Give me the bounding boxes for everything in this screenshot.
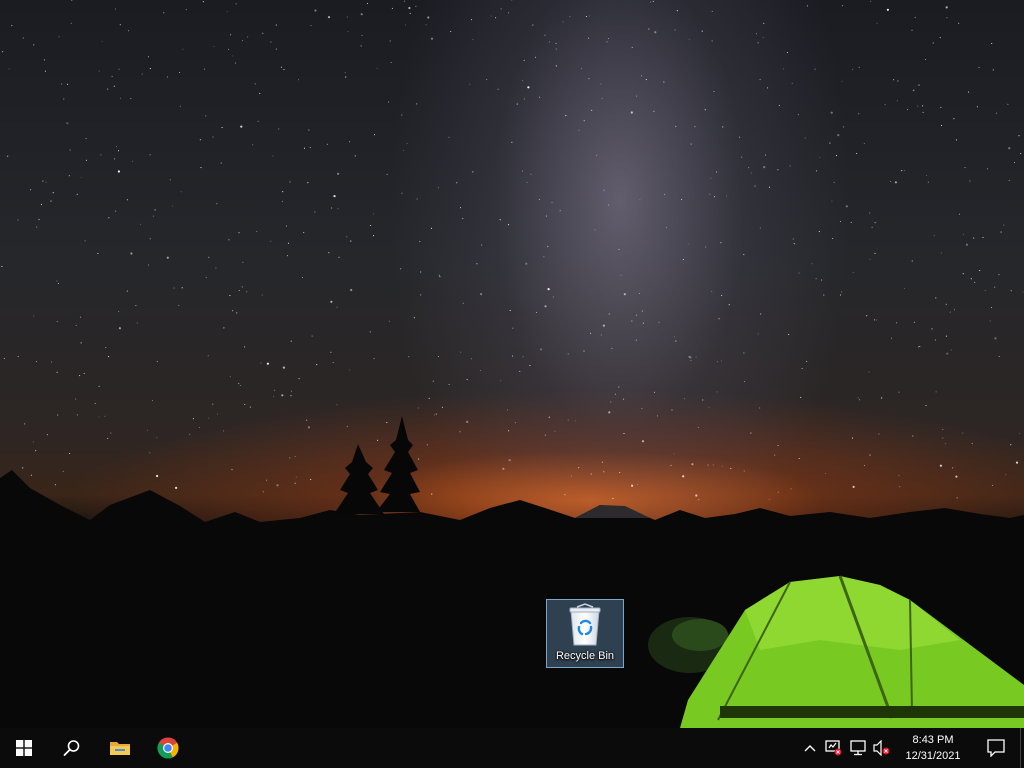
volume-muted-icon [873,740,890,756]
landscape-silhouette [0,416,1024,728]
volume-button[interactable] [870,728,894,768]
clock-button[interactable]: 8:43 PM 12/31/2021 [894,728,972,768]
search-button[interactable] [48,728,96,768]
taskbar: 8:43 PM 12/31/2021 [0,728,1024,768]
recycle-bin-desktop-icon[interactable]: Recycle Bin [546,599,624,668]
desktop-wallpaper [0,0,1024,728]
start-button[interactable] [0,728,48,768]
show-hidden-icons-button[interactable] [798,728,822,768]
clock-time: 8:43 PM [912,734,954,746]
show-desktop-button[interactable] [1020,728,1024,768]
windows-logo-icon [16,740,32,756]
clock-date: 12/31/2021 [905,750,961,762]
file-explorer-button[interactable] [96,728,144,768]
action-center-button[interactable] [972,728,1020,768]
action-center-icon [987,739,1005,757]
network-warning-button[interactable] [822,728,846,768]
recycle-bin-icon [569,603,601,646]
recycle-bin-label: Recycle Bin [555,650,615,662]
folder-icon [110,742,130,755]
network-warning-icon [825,740,842,756]
chrome-icon [157,737,179,759]
chevron-up-icon [804,745,816,752]
system-tray: 8:43 PM 12/31/2021 [798,728,1024,768]
ethernet-icon [850,740,866,756]
network-button[interactable] [846,728,870,768]
search-icon [63,740,80,756]
chrome-button[interactable] [144,728,192,768]
